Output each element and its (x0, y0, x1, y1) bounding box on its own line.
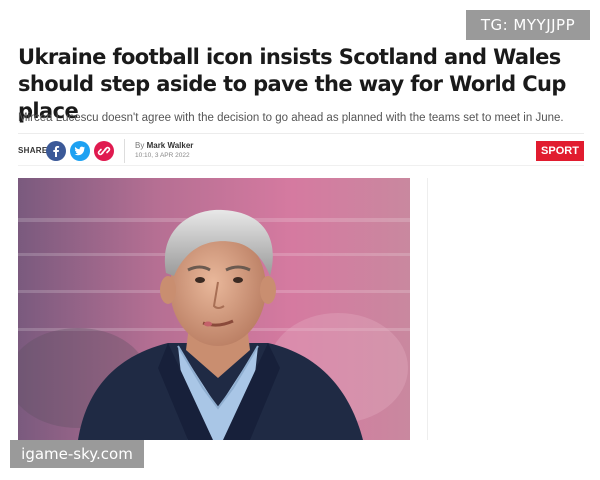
section-tag-sport[interactable]: SPORT (536, 141, 584, 161)
watermark-badge-top: TG: MYYJJPP (466, 10, 590, 40)
byline-divider (124, 139, 125, 163)
facebook-icon (53, 146, 60, 157)
author-name-link[interactable]: Mark Walker (147, 141, 194, 150)
facebook-share-button[interactable] (46, 141, 66, 161)
share-label: SHARE (18, 146, 48, 155)
author-byline: By Mark Walker (135, 141, 193, 150)
portrait-photo (18, 178, 410, 440)
article-standfirst: Mircea Lucescu doesn't agree with the de… (18, 112, 564, 124)
twitter-share-button[interactable] (70, 141, 90, 161)
watermark-badge-bottom: igame-sky.com (10, 440, 144, 468)
publish-date: 10:10, 3 APR 2022 (135, 152, 190, 159)
copy-link-button[interactable] (94, 141, 114, 161)
link-icon (97, 146, 111, 156)
share-bar: SHARE By Mark Walker 10:10, 3 APR 2022 S… (18, 139, 584, 163)
article-photo (18, 178, 410, 440)
divider-bottom (18, 165, 584, 166)
twitter-icon (74, 146, 85, 156)
divider-top (18, 133, 584, 134)
author-prefix: By (135, 141, 145, 150)
sidebar-divider (427, 178, 428, 440)
